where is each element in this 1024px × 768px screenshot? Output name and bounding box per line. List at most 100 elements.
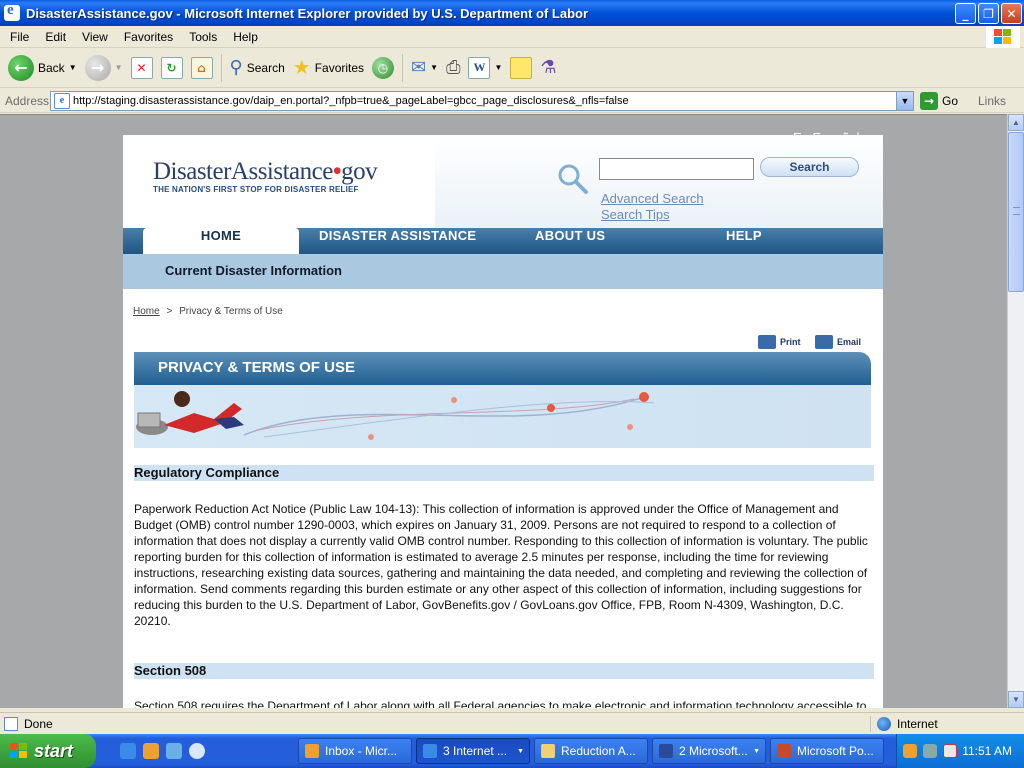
quicklaunch-outlook-icon[interactable] <box>143 743 159 759</box>
chevron-down-icon[interactable]: ▼ <box>896 92 913 110</box>
menu-view[interactable]: View <box>74 30 116 44</box>
task-microsoft-word[interactable]: 2 Microsoft... ▼ <box>652 738 766 764</box>
star-icon: ★ <box>292 57 311 79</box>
site-tagline: THE NATION'S FIRST STOP FOR DISASTER REL… <box>153 185 359 194</box>
go-button[interactable]: → Go <box>920 92 958 110</box>
search-tips-link[interactable]: Search Tips <box>601 207 670 222</box>
nav-home[interactable]: HOME <box>143 228 299 254</box>
windows-logo-icon <box>986 26 1020 48</box>
print-button[interactable]: ⎙ <box>442 52 464 84</box>
edit-button[interactable]: W ▼ <box>464 52 506 84</box>
print-link[interactable]: Print <box>758 335 801 349</box>
globe-icon <box>877 717 891 731</box>
toolbar: ← Back ▼ → ▼ ✕ ↻ ⌂ ⚲ Search ★ Favorites … <box>0 48 1024 88</box>
nav-about-us[interactable]: ABOUT US <box>535 228 605 254</box>
clock[interactable]: 11:51 AM <box>962 744 1012 758</box>
quicklaunch-desktop-icon[interactable] <box>166 743 182 759</box>
home-button[interactable]: ⌂ <box>187 52 217 84</box>
address-input[interactable]: e http://staging.disasterassistance.gov/… <box>50 91 914 111</box>
task-inbox[interactable]: Inbox - Micr... <box>298 738 412 764</box>
menu-edit[interactable]: Edit <box>37 30 74 44</box>
research-button[interactable]: ⚗ <box>536 52 560 84</box>
envelope-icon <box>815 335 833 349</box>
vertical-scrollbar[interactable]: ▲ ▼ <box>1007 114 1024 708</box>
tray-shield-icon[interactable] <box>943 744 957 758</box>
mail-button[interactable]: ✉ ▼ <box>407 52 442 84</box>
start-label: start <box>34 740 74 761</box>
nav-help[interactable]: HELP <box>726 228 762 254</box>
stop-button[interactable]: ✕ <box>127 52 157 84</box>
page-status-icon <box>4 716 18 731</box>
task-label: Inbox - Micr... <box>325 744 398 758</box>
chevron-down-icon[interactable]: ▼ <box>115 63 123 72</box>
site-search-input[interactable] <box>599 158 754 180</box>
minimize-button[interactable]: _ <box>955 3 976 24</box>
section-heading-508: Section 508 <box>134 663 874 679</box>
note-icon <box>510 56 533 79</box>
task-internet-explorer[interactable]: 3 Internet ... ▼ <box>416 738 530 764</box>
section-heading-regulatory: Regulatory Compliance <box>134 465 874 481</box>
forward-button[interactable]: → ▼ <box>81 52 127 84</box>
chevron-down-icon[interactable]: ▼ <box>69 63 77 72</box>
restore-button[interactable]: ❐ <box>978 3 999 24</box>
links-button[interactable]: Links <box>978 94 1006 108</box>
breadcrumb: Home > Privacy & Terms of Use <box>133 306 283 317</box>
windows-flag-icon <box>10 743 28 759</box>
nav-disaster-assistance[interactable]: DISASTER ASSISTANCE <box>319 228 476 254</box>
discuss-button[interactable] <box>506 52 536 84</box>
site-logo[interactable]: DisasterAssistance•gov THE NATION'S FIRS… <box>153 158 378 194</box>
refresh-button[interactable]: ↻ <box>157 52 187 84</box>
site-header: DisasterAssistance•gov THE NATION'S FIRS… <box>123 135 883 230</box>
main-nav: HOME DISASTER ASSISTANCE ABOUT US HELP <box>123 228 883 254</box>
search-icon: ⚲ <box>229 57 243 77</box>
banner-art <box>136 391 655 440</box>
quicklaunch-ie-icon[interactable] <box>120 743 136 759</box>
browser-viewport: En Español DisasterAssistance•gov THE NA… <box>0 114 1007 708</box>
go-label: Go <box>942 94 959 108</box>
menu-favorites[interactable]: Favorites <box>116 30 181 44</box>
email-link[interactable]: Email <box>815 335 861 349</box>
history-icon: ◷ <box>372 56 395 79</box>
site-search-button[interactable]: Search <box>760 157 859 177</box>
chevron-down-icon: ▼ <box>517 747 524 755</box>
logo-tld: gov <box>341 158 378 185</box>
ie-icon <box>423 744 437 758</box>
tray-network-icon[interactable] <box>923 744 937 758</box>
history-button[interactable]: ◷ <box>368 52 398 84</box>
magnifier-icon <box>558 164 588 194</box>
advanced-search-link[interactable]: Advanced Search <box>601 191 704 206</box>
page-icon: e <box>54 93 70 109</box>
search-button[interactable]: ⚲ Search <box>226 52 289 84</box>
back-arrow-icon: ← <box>8 54 34 81</box>
email-label: Email <box>837 337 862 347</box>
chevron-down-icon[interactable]: ▼ <box>494 63 502 72</box>
scroll-up-arrow-icon[interactable]: ▲ <box>1008 114 1024 131</box>
close-button[interactable]: ✕ <box>1001 3 1022 24</box>
menu-tools[interactable]: Tools <box>181 30 225 44</box>
scroll-thumb[interactable] <box>1008 132 1024 292</box>
print-label: Print <box>780 337 801 347</box>
title-bar: DisasterAssistance.gov - Microsoft Inter… <box>0 0 1024 26</box>
start-button[interactable]: start <box>0 734 96 768</box>
task-microsoft-powerpoint[interactable]: Microsoft Po... <box>770 738 884 764</box>
banner-bar: PRIVACY & TERMS OF USE <box>134 352 871 385</box>
chevron-down-icon[interactable]: ▼ <box>430 63 438 72</box>
address-url[interactable]: http://staging.disasterassistance.gov/da… <box>73 95 896 107</box>
tray-outlook-icon[interactable] <box>903 744 917 758</box>
task-label: Microsoft Po... <box>797 744 874 758</box>
favorites-button[interactable]: ★ Favorites <box>289 52 368 84</box>
breadcrumb-home[interactable]: Home <box>133 306 160 317</box>
back-button[interactable]: ← Back ▼ <box>4 52 81 84</box>
scroll-down-arrow-icon[interactable]: ▼ <box>1008 691 1024 708</box>
mail-icon: ✉ <box>411 57 427 77</box>
quicklaunch-media-icon[interactable] <box>189 743 205 759</box>
task-reduction[interactable]: Reduction A... <box>534 738 648 764</box>
page-title: PRIVACY & TERMS OF USE <box>158 359 355 376</box>
menu-help[interactable]: Help <box>225 30 266 44</box>
sub-nav: Current Disaster Information <box>123 254 883 289</box>
forward-arrow-icon: → <box>84 54 111 81</box>
menu-bar: File Edit View Favorites Tools Help <box>0 26 1024 48</box>
current-disaster-link[interactable]: Current Disaster Information <box>165 263 342 278</box>
menu-file[interactable]: File <box>2 30 37 44</box>
banner-illustration <box>134 385 871 448</box>
